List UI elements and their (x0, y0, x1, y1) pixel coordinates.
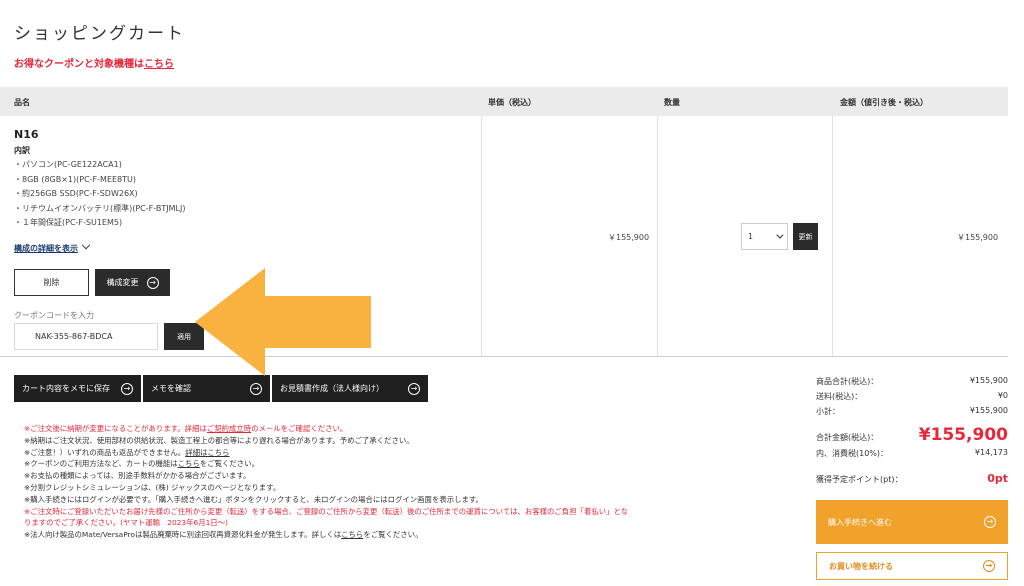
unit-price: ￥155,900 (608, 233, 650, 242)
spec-item: ・パソコン(PC-GE122ACA1) (14, 160, 122, 169)
note-text: のメールをご確認ください。 (251, 424, 348, 433)
continue-shopping-button[interactable]: お買い物を続ける → (816, 552, 1008, 580)
summary-label: 合計金額(税込)： (816, 433, 879, 442)
create-quote-button[interactable]: お見積書作成（法人様向け） → (272, 375, 428, 402)
header-unit-price: 単価（税込） (488, 98, 536, 107)
summary-value: ¥0 (997, 391, 1008, 400)
arrow-left-icon (195, 268, 371, 376)
note-line: ※ご注意！）いずれの商品も返品ができません。詳細はこちら (24, 447, 764, 459)
note-line: ※お支払の種類によっては、別途手数料がかかる場合がございます。 (24, 471, 251, 481)
delete-button[interactable]: 削除 (14, 269, 89, 296)
promo-text: お得なクーポンと対象機種は (14, 59, 144, 70)
recycle-fee-link[interactable]: こちら (341, 530, 363, 539)
promo-link[interactable]: こちら (144, 59, 174, 70)
contract-mail-link[interactable]: ご契約成立時 (207, 424, 251, 433)
summary-points: 獲得予定ポイント(pt)： 0pt (816, 472, 1008, 485)
summary-grand-total: 合計金額(税込)： ¥155,900 (816, 425, 1008, 445)
spec-item: ・１年間保証(PC-F-SU1EM5) (14, 218, 123, 228)
breakdown-label: 内訳 (14, 146, 30, 155)
note-text: ※法人向け製品のMate/VersaProは製品廃棄時に別途回収再資源化料金が発… (24, 530, 342, 540)
spec-item: ・8GB (8GB×1)(PC-F-MEE8TU) (14, 174, 137, 184)
cart-notes: ※ご注文後に納期が変更になることがあります。詳細はご契約成立時のメールをご確認く… (24, 423, 764, 541)
note-line: ※法人向け製品のMate/VersaProは製品廃棄時に別途回収再資源化料金が発… (24, 529, 764, 541)
quantity-select[interactable]: 1 (741, 223, 788, 250)
arrow-right-circle-icon: → (121, 382, 133, 395)
arrow-right-circle-icon: → (250, 382, 262, 395)
arrow-right-circle-icon: → (408, 382, 420, 395)
note-line: ※クーポンのご利用方法など、カートの機能はこちらをご覧ください。 (24, 458, 764, 470)
note-line: ※ご注文後に納期が変更になることがあります。詳細はご契約成立時のメールをご確認く… (24, 423, 764, 435)
summary-value: ¥155,900 (969, 406, 1008, 415)
coupon-label: クーポンコードを入力 (14, 311, 94, 320)
cart-help-link[interactable]: こちら (178, 459, 200, 468)
row-divider (0, 356, 1008, 357)
show-config-details-label: 構成の詳細を表示 (14, 244, 78, 253)
cart-table-header: 品名 単価（税込） 数量 金額（値引き後・税込） (0, 87, 1008, 116)
header-item-name: 品名 (14, 98, 30, 107)
continue-shopping-label: お買い物を続ける (829, 561, 893, 571)
arrow-right-circle-icon: → (984, 516, 996, 528)
note-text: をご覧ください。 (199, 459, 259, 469)
spec-item: ・約256GB SSD(PC-F-SDW26X) (14, 189, 138, 199)
note-text: ※クーポンのご利用方法など、カートの機能は (24, 459, 178, 469)
coupon-code-input[interactable] (14, 323, 158, 350)
checkout-label: 購入手続きへ進む (828, 517, 892, 527)
summary-label: 商品合計(税込)： (816, 377, 879, 386)
summary-label: 送料(税込)： (816, 392, 863, 401)
grand-total-value: ¥155,900 (918, 425, 1008, 445)
check-memo-button[interactable]: メモを確認 → (143, 375, 270, 402)
line-amount: ￥155,900 (957, 233, 999, 242)
header-amount: 金額（値引き後・税込） (840, 98, 928, 107)
update-quantity-button[interactable]: 更新 (793, 223, 818, 250)
column-divider (657, 116, 658, 356)
spec-list: ・パソコン(PC-GE122ACA1) ・8GB (8GB×1)(PC-F-ME… (14, 158, 185, 231)
summary-small-total: 小計： ¥155,900 (816, 406, 1008, 417)
note-line: ※購入手続きにはログインが必要です。「購入手続きへ進む」ボタンをクリックすると、… (24, 494, 483, 504)
product-name: N16 (14, 128, 39, 141)
return-policy-link[interactable]: 詳細はこちら (185, 448, 229, 457)
summary-shipping: 送料(税込)： ¥0 (816, 391, 1008, 402)
change-config-button[interactable]: 構成変更 → (95, 269, 170, 296)
arrow-right-circle-icon: → (146, 276, 159, 289)
promo-notice: お得なクーポンと対象機種はこちら (14, 55, 174, 70)
points-value: 0pt (987, 472, 1008, 485)
chevron-down-icon (81, 240, 91, 250)
note-line: りますのでご了承ください。(ヤマト運輸 2023年6月1日〜) (24, 518, 228, 528)
quantity-value: 1 (748, 232, 754, 241)
note-line: ※ご注文時にご登録いただいたお届け先様のご住所から変更（転送）をする場合、ご登録… (24, 506, 629, 516)
spec-item: ・リチウムイオンバッテリ(標準)(PC-F-BTJMLJ) (14, 203, 186, 213)
show-config-details-link[interactable]: 構成の詳細を表示 (14, 240, 91, 254)
note-text: ※ご注意！）いずれの商品も返品ができません。 (24, 447, 186, 457)
summary-value: ¥14,173 (974, 448, 1008, 457)
column-divider (832, 116, 833, 356)
save-cart-memo-button[interactable]: カート内容をメモに保存 → (14, 375, 141, 402)
summary-tax: 内、消費税(10%)： ¥14,173 (816, 448, 1008, 459)
header-quantity: 数量 (664, 98, 680, 107)
check-memo-label: メモを確認 (151, 384, 191, 393)
change-config-label: 構成変更 (106, 278, 139, 287)
summary-value: ¥155,900 (969, 376, 1008, 385)
summary-label: 獲得予定ポイント(pt)： (816, 475, 903, 484)
note-text: をご覧ください。 (363, 530, 423, 540)
chevron-down-icon (776, 231, 784, 239)
column-divider (481, 116, 482, 356)
checkout-button[interactable]: 購入手続きへ進む → (816, 500, 1008, 544)
page-title: ショッピングカート (14, 24, 185, 44)
note-line: ※分割クレジットシミュレーションは、(株) ジャックスのページとなります。 (24, 482, 281, 492)
summary-subtotal: 商品合計(税込)： ¥155,900 (816, 376, 1008, 387)
note-line: ※納期はご注文状況、使用部材の供給状況、製造工程上の都合等により遅れる場合があり… (24, 435, 414, 445)
save-cart-memo-label: カート内容をメモに保存 (22, 384, 110, 393)
summary-label: 内、消費税(10%)： (816, 449, 889, 458)
create-quote-label: お見積書作成（法人様向け） (280, 384, 384, 393)
arrow-right-circle-icon: → (983, 560, 995, 572)
note-text: ※ご注文後に納期が変更になることがあります。詳細は (24, 424, 207, 433)
summary-label: 小計： (816, 407, 840, 416)
